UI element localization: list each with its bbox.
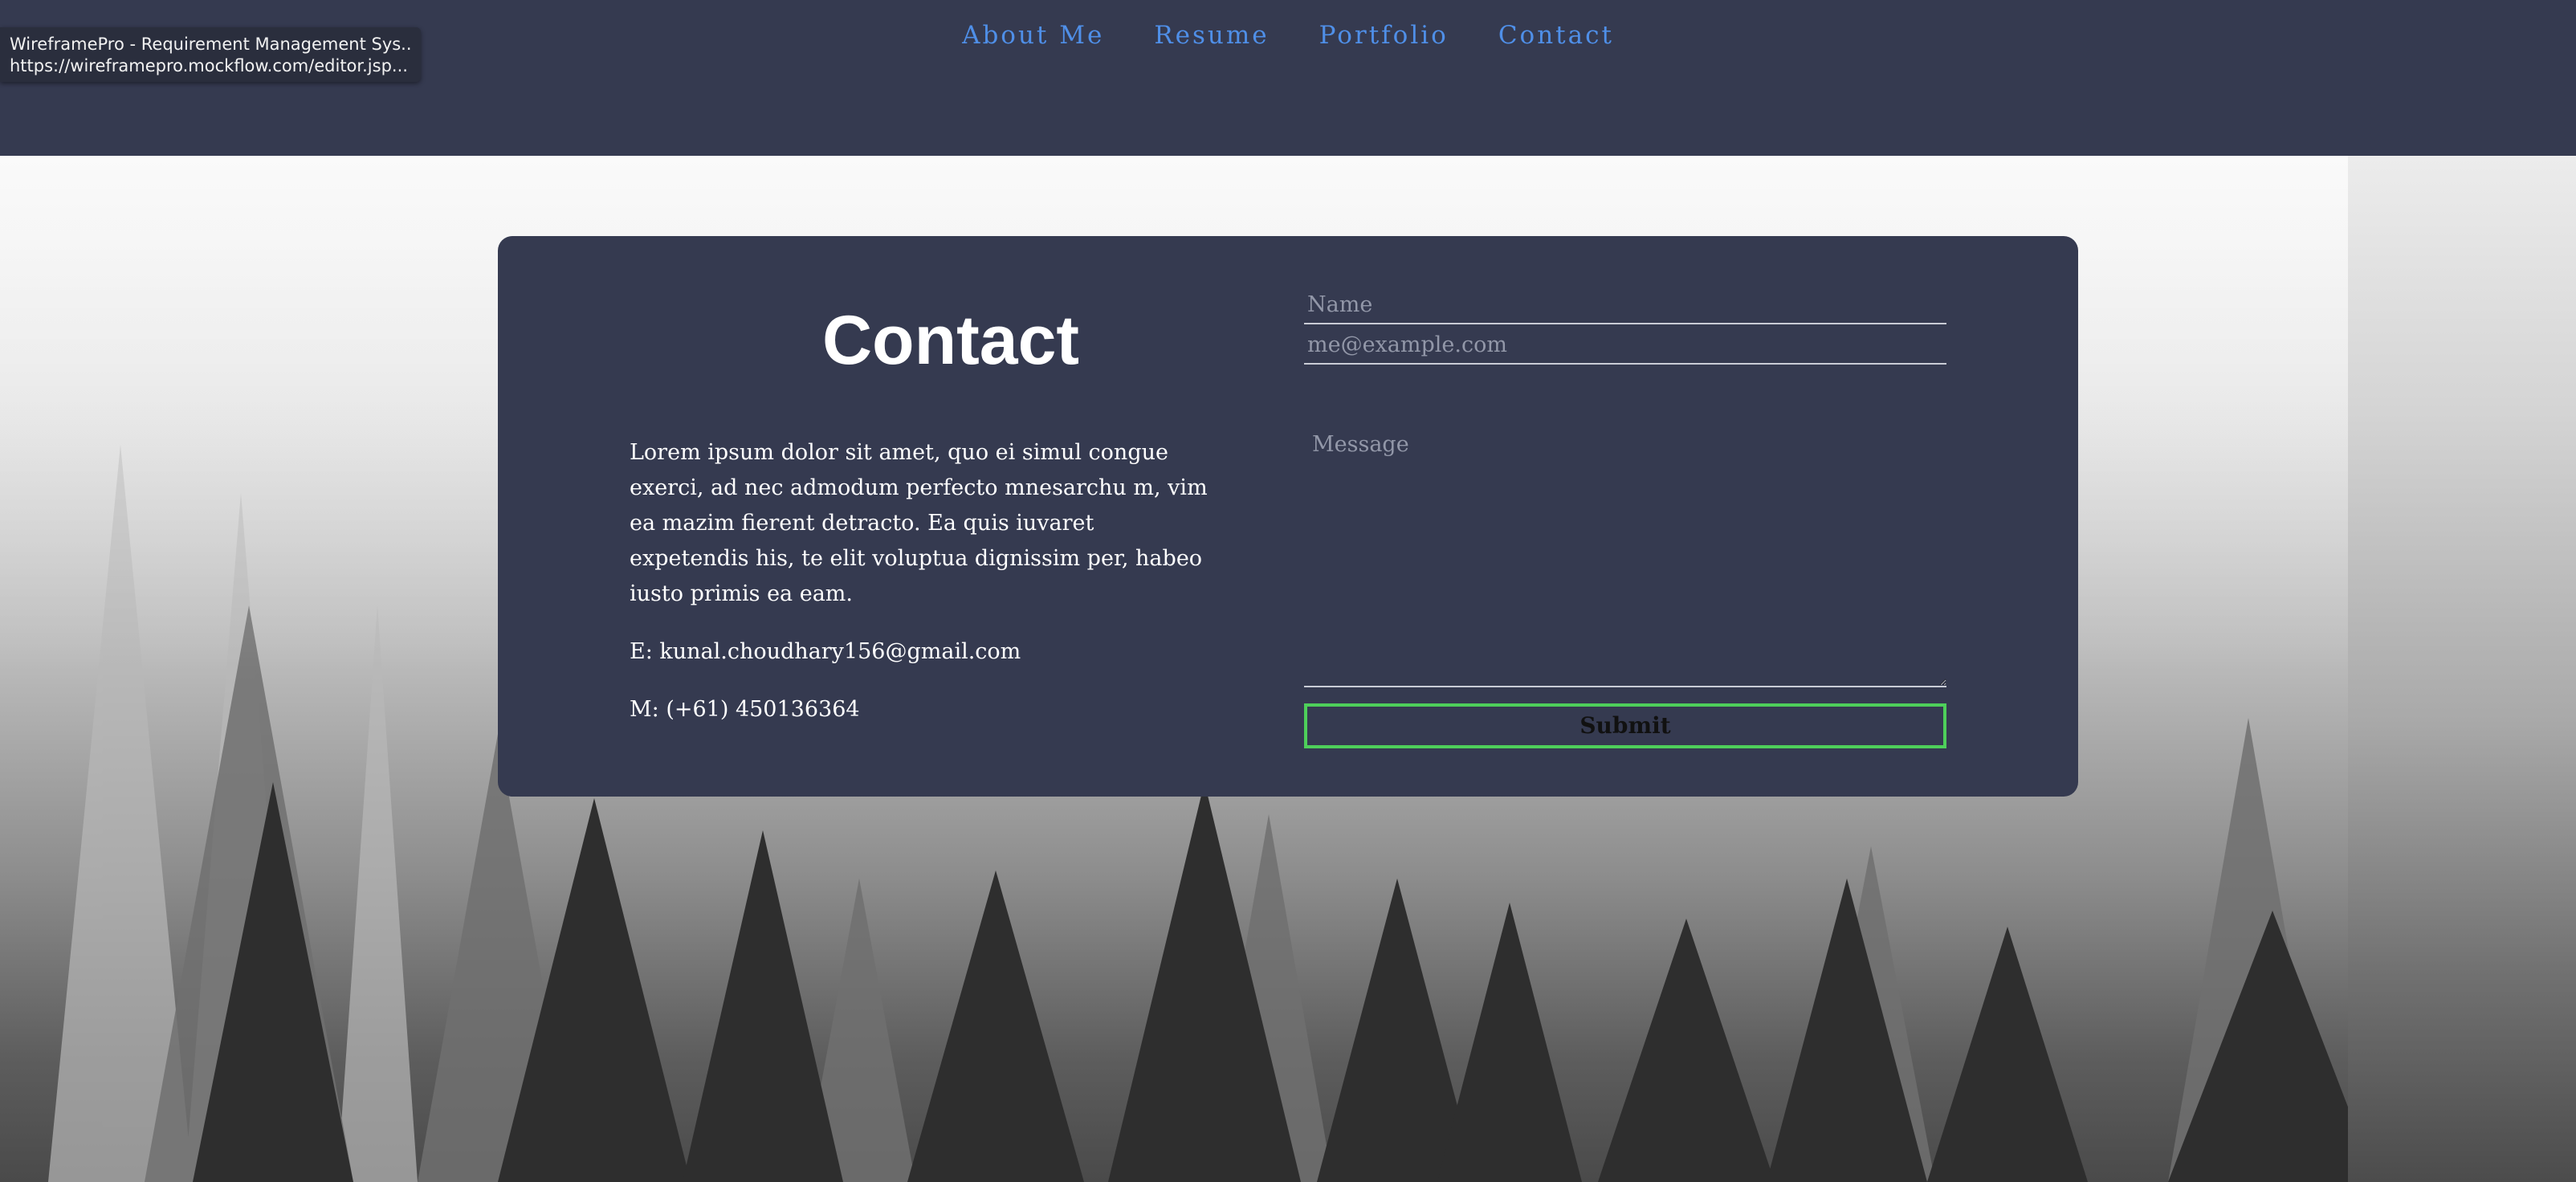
email-input[interactable] — [1304, 326, 1946, 365]
forest-image-edge — [2348, 156, 2576, 1182]
tooltip-title: WireframePro - Requirement Management Sy… — [10, 35, 411, 54]
contact-card: Contact Lorem ipsum dolor sit amet, quo … — [498, 236, 2078, 797]
message-textarea[interactable] — [1304, 421, 1946, 687]
contact-phone: M: (+61) 450136364 — [630, 697, 860, 722]
contact-info: Lorem ipsum dolor sit amet, quo ei simul… — [630, 435, 1208, 728]
contact-title: Contact — [821, 302, 1080, 379]
contact-email: E: kunal.choudhary156@gmail.com — [630, 639, 1021, 664]
tooltip-url: https://wireframepro.mockflow.com/editor… — [10, 56, 408, 75]
link-preview-tooltip: WireframePro - Requirement Management Sy… — [0, 27, 421, 82]
name-input[interactable] — [1304, 286, 1946, 324]
nav-link-contact[interactable]: Contact — [1498, 18, 1614, 53]
submit-button[interactable]: Submit — [1304, 703, 1946, 748]
nav-link-portfolio[interactable]: Portfolio — [1319, 18, 1449, 53]
contact-description: Lorem ipsum dolor sit amet, quo ei simul… — [630, 440, 1208, 606]
nav-link-resume[interactable]: Resume — [1154, 18, 1269, 53]
nav-link-about-me[interactable]: About Me — [962, 18, 1104, 53]
